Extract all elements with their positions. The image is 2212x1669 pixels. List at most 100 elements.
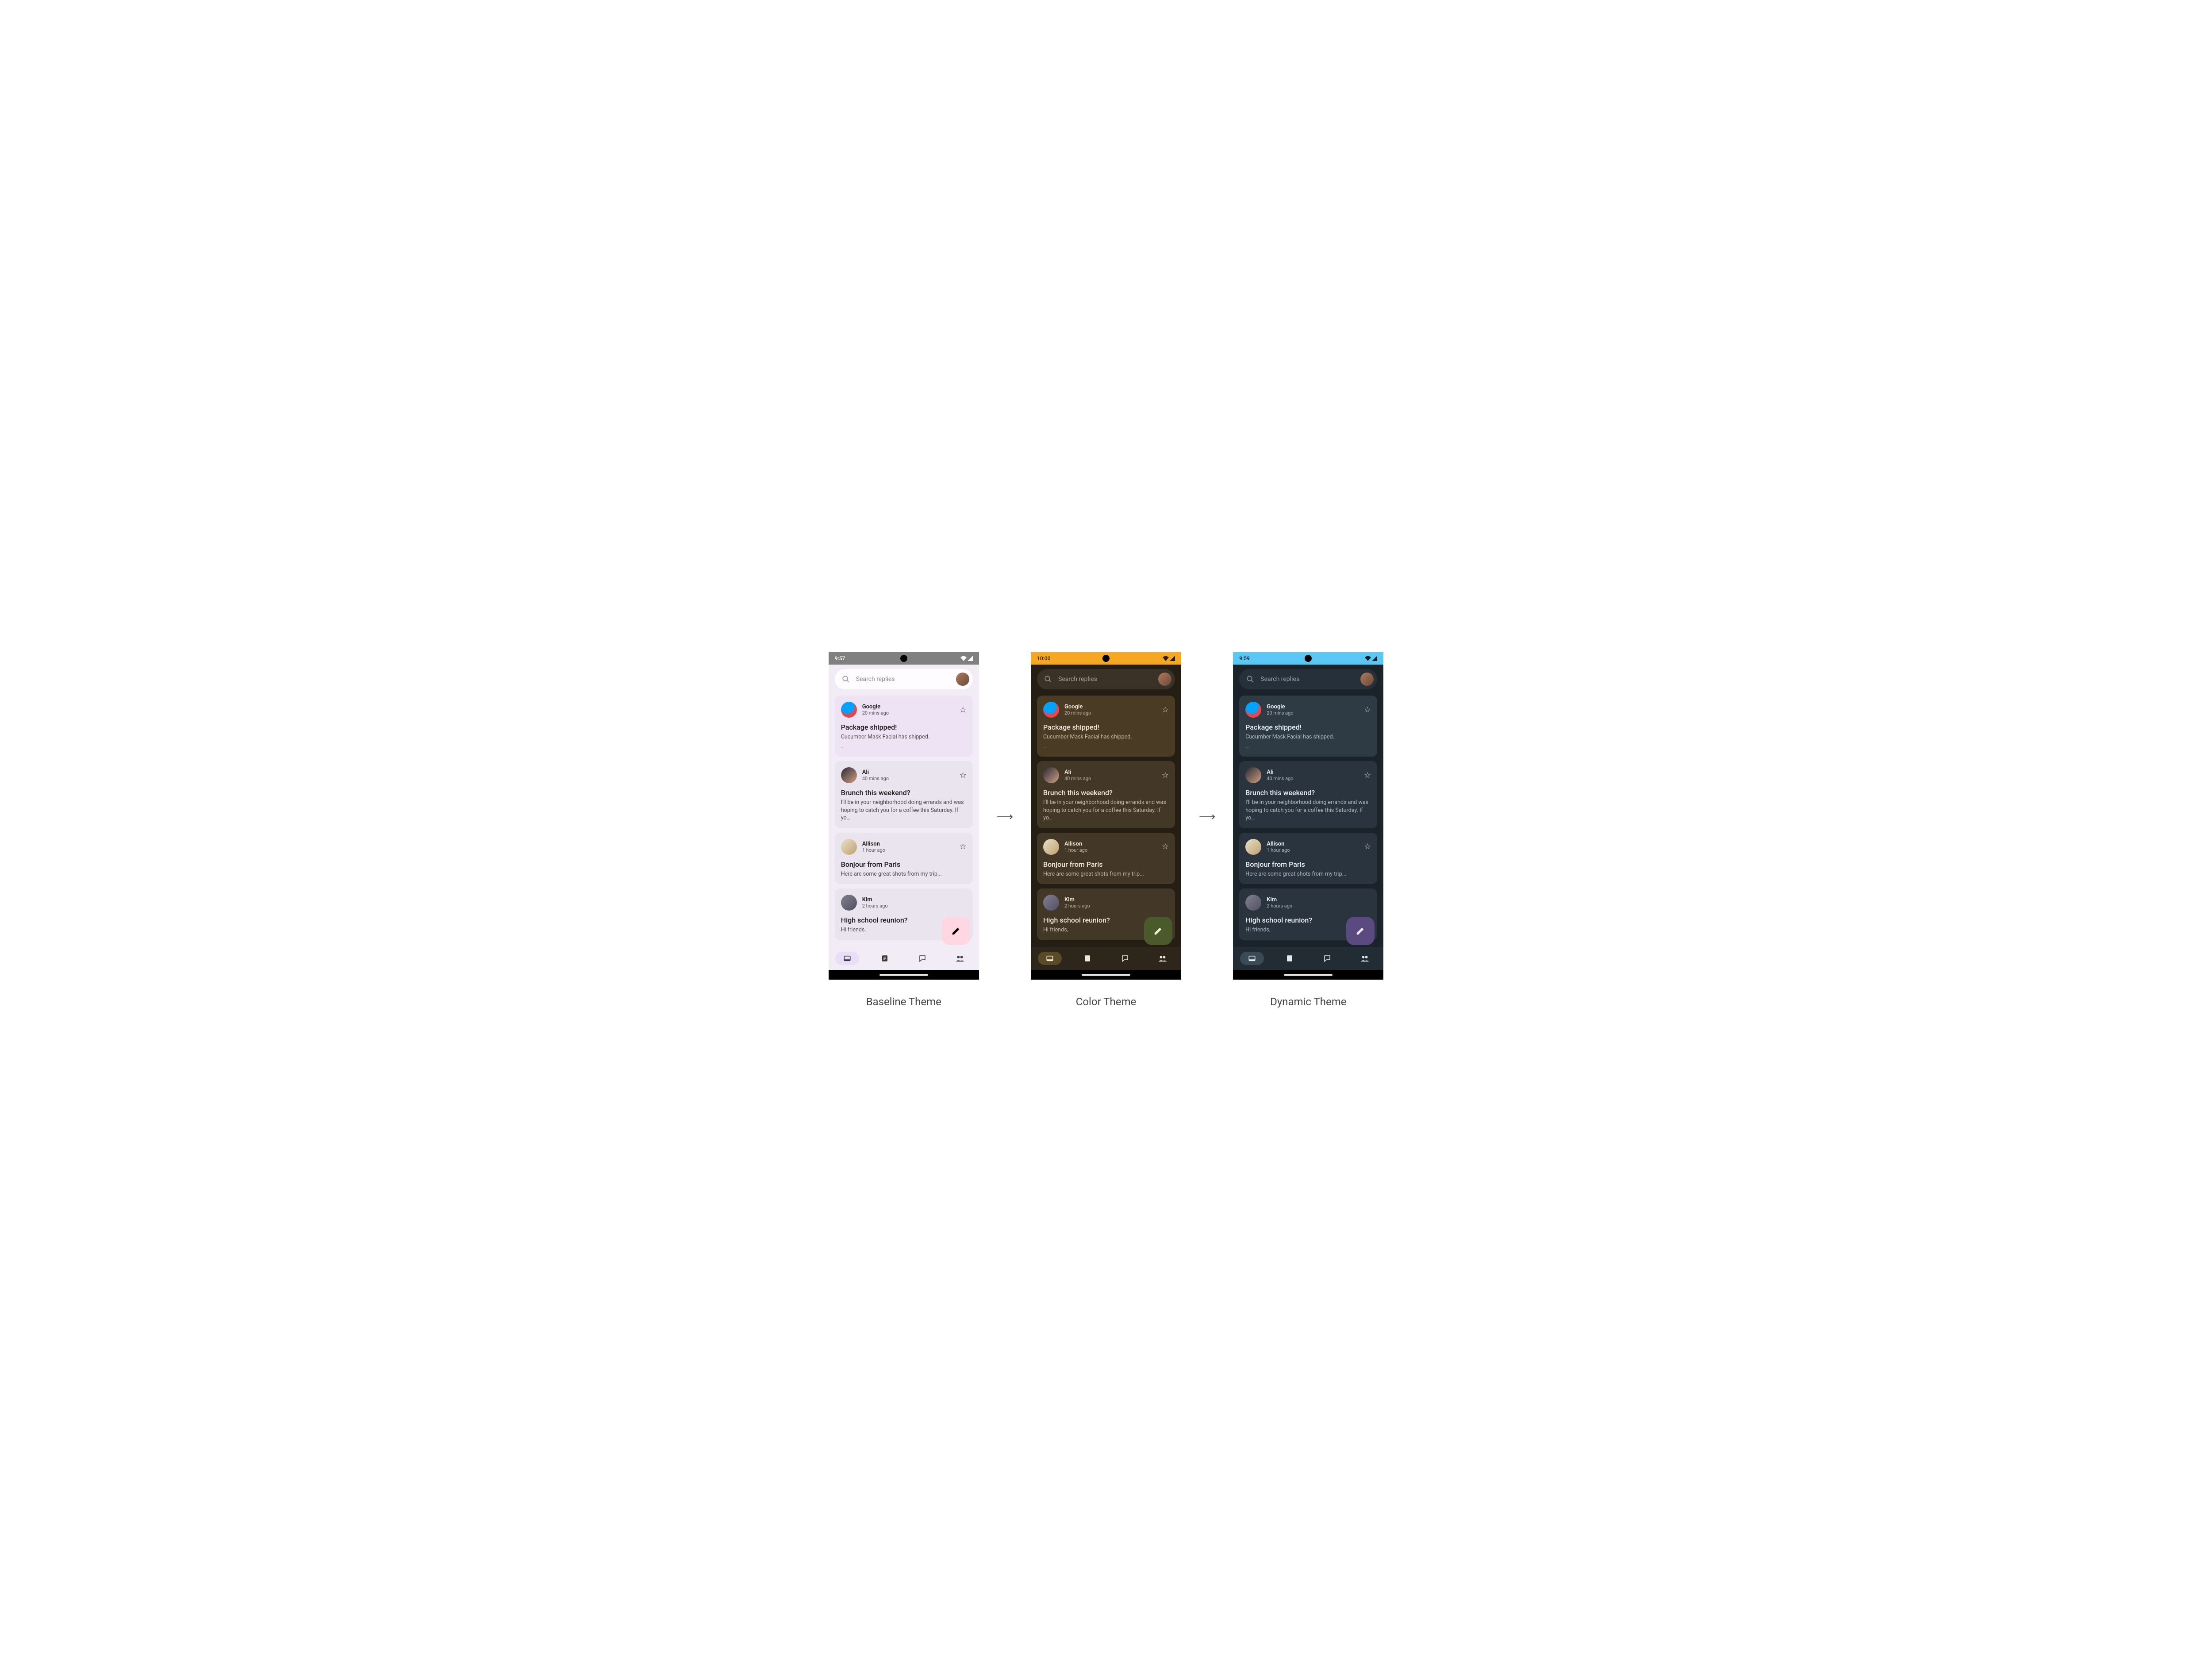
profile-avatar[interactable] xyxy=(1360,673,1374,686)
message-snippet: I'll be in your neighborhood doing erran… xyxy=(1245,799,1371,822)
profile-avatar[interactable] xyxy=(956,673,969,686)
message-time: 20 mins ago xyxy=(1267,710,1359,716)
sender-name: Kim xyxy=(1267,896,1371,903)
caption-dynamic: Dynamic Theme xyxy=(1270,996,1346,1008)
compose-fab[interactable] xyxy=(942,917,970,945)
people-icon xyxy=(1360,954,1369,962)
message-card[interactable]: Allison 1 hour ago ☆ Bonjour from Paris … xyxy=(835,833,973,884)
caption-color: Color Theme xyxy=(1076,996,1137,1008)
message-snippet: Cucumber Mask Facial has shipped. xyxy=(841,733,967,741)
message-card[interactable]: Allison1 hour ago ☆ Bonjour from Paris H… xyxy=(1239,833,1377,884)
message-subject: Package shipped! xyxy=(841,723,967,731)
message-card[interactable]: Ali40 mins ago ☆ Brunch this weekend? I'… xyxy=(1239,761,1377,828)
sender-name: Ali xyxy=(862,769,954,776)
sender-name: Kim xyxy=(862,896,967,903)
status-bar: 10:00 xyxy=(1031,652,1181,665)
search-bar[interactable]: Search replies xyxy=(1239,669,1377,689)
message-card[interactable]: Google20 mins ago ☆ Package shipped! Cuc… xyxy=(1239,696,1377,757)
message-time: 20 mins ago xyxy=(1064,710,1156,716)
star-icon[interactable]: ☆ xyxy=(960,771,967,780)
status-bar: 9:57 xyxy=(829,652,979,665)
star-icon[interactable]: ☆ xyxy=(1162,771,1169,780)
app-body: Search replies Google 20 mins ago ☆ Pack… xyxy=(829,665,979,947)
nav-chat[interactable] xyxy=(1315,952,1339,965)
bottom-nav xyxy=(829,947,979,970)
bottom-nav xyxy=(1233,947,1383,970)
phone-dynamic: 9:59 Search replies Google20 mins ago ☆ xyxy=(1233,652,1383,980)
status-icons xyxy=(960,656,973,661)
chat-icon xyxy=(918,954,926,962)
sender-avatar xyxy=(841,767,857,783)
edit-icon xyxy=(951,926,961,936)
inbox-icon xyxy=(1046,954,1054,962)
message-list[interactable]: Google 20 mins ago ☆ Package shipped! Cu… xyxy=(835,696,973,947)
sender-avatar xyxy=(841,839,857,855)
star-icon[interactable]: ☆ xyxy=(960,842,967,851)
message-card[interactable]: Ali 40 mins ago ☆ Brunch this weekend? I… xyxy=(835,761,973,828)
front-camera-icon xyxy=(1305,655,1312,662)
people-icon xyxy=(956,954,964,962)
nav-article[interactable] xyxy=(1075,952,1099,965)
article-icon xyxy=(1286,954,1294,962)
sender-name: Google xyxy=(1064,704,1156,710)
nav-chat[interactable] xyxy=(1113,952,1137,965)
message-time: 20 mins ago xyxy=(862,710,954,716)
search-icon xyxy=(842,675,850,683)
message-time: 1 hour ago xyxy=(862,847,954,853)
message-card[interactable]: Allison1 hour ago ☆ Bonjour from Paris H… xyxy=(1037,833,1175,884)
search-bar[interactable]: Search replies xyxy=(1037,669,1175,689)
star-icon[interactable]: ☆ xyxy=(1162,705,1169,715)
message-subject: Package shipped! xyxy=(1043,723,1169,731)
search-icon xyxy=(1246,675,1254,683)
article-icon xyxy=(1083,954,1091,962)
search-icon xyxy=(1044,675,1052,683)
nav-article[interactable] xyxy=(873,952,897,965)
nav-people[interactable] xyxy=(1151,952,1175,965)
message-snippet: Here are some great shots from my trip..… xyxy=(1043,870,1169,878)
gesture-handle[interactable] xyxy=(879,974,928,976)
message-snippet: Here are some great shots from my trip..… xyxy=(841,870,967,878)
message-card[interactable]: Google 20 mins ago ☆ Package shipped! Cu… xyxy=(835,696,973,757)
front-camera-icon xyxy=(1102,655,1110,662)
message-card[interactable]: Google20 mins ago ☆ Package shipped! Cuc… xyxy=(1037,696,1175,757)
app-body: Search replies Google20 mins ago ☆ Packa… xyxy=(1233,665,1383,947)
search-bar[interactable]: Search replies xyxy=(835,669,973,689)
star-icon[interactable]: ☆ xyxy=(1364,842,1371,851)
sender-avatar xyxy=(1245,839,1261,855)
gesture-handle[interactable] xyxy=(1082,974,1130,976)
compose-fab[interactable] xyxy=(1346,917,1375,945)
nav-inbox[interactable] xyxy=(1240,952,1264,965)
message-time: 40 mins ago xyxy=(862,776,954,781)
message-list[interactable]: Google20 mins ago ☆ Package shipped! Cuc… xyxy=(1239,696,1377,947)
nav-inbox[interactable] xyxy=(1038,952,1062,965)
star-icon[interactable]: ☆ xyxy=(1162,842,1169,851)
star-icon[interactable]: ☆ xyxy=(1364,771,1371,780)
message-subject: Package shipped! xyxy=(1245,723,1371,731)
message-snippet: I'll be in your neighborhood doing erran… xyxy=(841,799,967,822)
gesture-handle[interactable] xyxy=(1284,974,1333,976)
message-subject: Brunch this weekend? xyxy=(1043,788,1169,797)
sender-avatar xyxy=(841,895,857,911)
compose-fab[interactable] xyxy=(1144,917,1172,945)
inbox-icon xyxy=(1248,954,1256,962)
message-list[interactable]: Google20 mins ago ☆ Package shipped! Cuc… xyxy=(1037,696,1175,947)
message-subject: Bonjour from Paris xyxy=(841,860,967,869)
star-icon[interactable]: ☆ xyxy=(960,705,967,715)
nav-inbox[interactable] xyxy=(835,952,859,965)
sender-avatar xyxy=(1043,839,1059,855)
sender-avatar xyxy=(1245,895,1261,911)
sender-name: Ali xyxy=(1064,769,1156,776)
sender-name: Kim xyxy=(1064,896,1169,903)
nav-article[interactable] xyxy=(1278,952,1302,965)
nav-people[interactable] xyxy=(948,952,972,965)
phone-baseline: 9:57 Search replies Google xyxy=(829,652,979,980)
nav-chat[interactable] xyxy=(910,952,934,965)
star-icon[interactable]: ☆ xyxy=(1364,705,1371,715)
sender-avatar xyxy=(841,702,857,718)
status-time: 9:59 xyxy=(1239,655,1250,661)
profile-avatar[interactable] xyxy=(1158,673,1171,686)
nav-people[interactable] xyxy=(1353,952,1377,965)
status-icons xyxy=(1163,656,1175,661)
message-snippet: I'll be in your neighborhood doing erran… xyxy=(1043,799,1169,822)
message-card[interactable]: Ali40 mins ago ☆ Brunch this weekend? I'… xyxy=(1037,761,1175,828)
